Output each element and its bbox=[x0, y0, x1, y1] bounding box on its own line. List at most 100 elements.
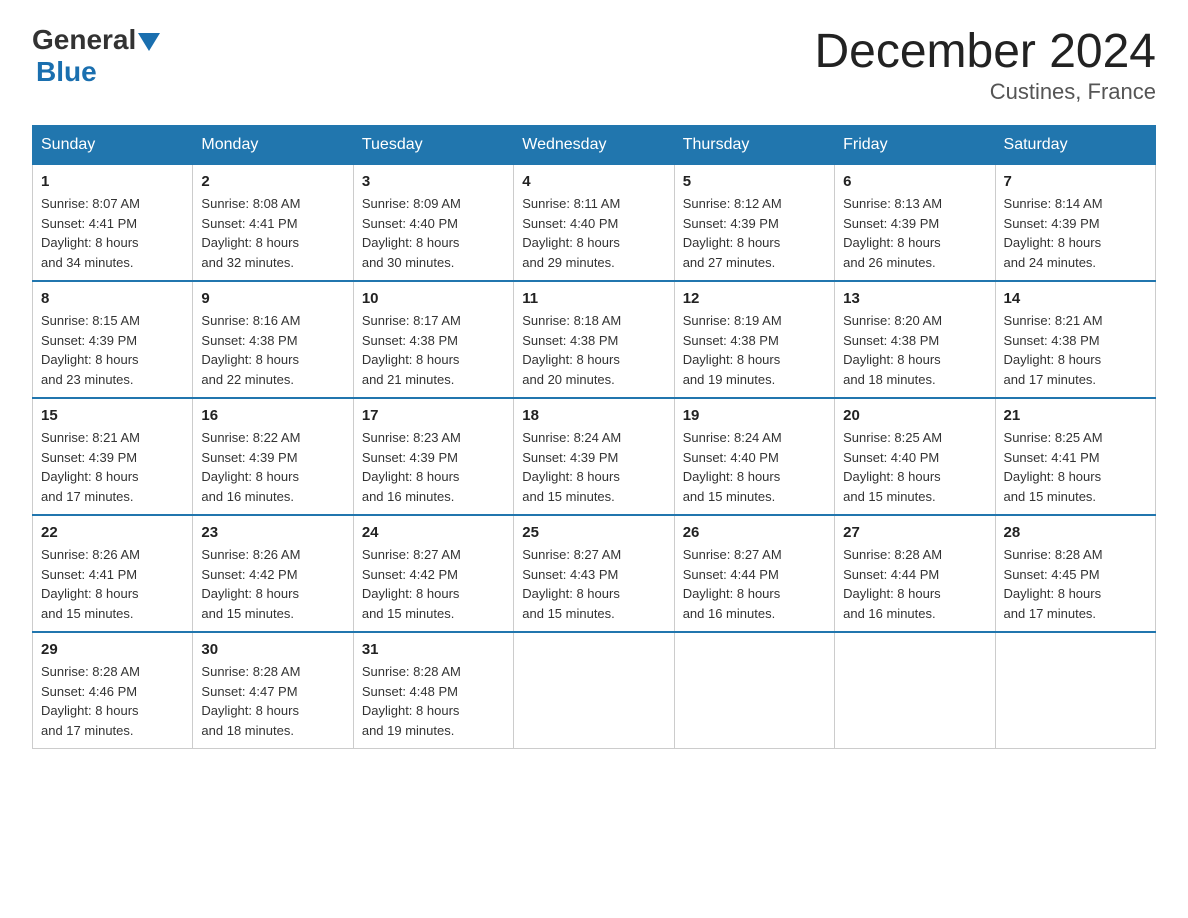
calendar-cell bbox=[674, 632, 834, 749]
day-number: 28 bbox=[1004, 524, 1147, 541]
day-info: Sunrise: 8:28 AM Sunset: 4:46 PM Dayligh… bbox=[41, 662, 184, 740]
day-info: Sunrise: 8:17 AM Sunset: 4:38 PM Dayligh… bbox=[362, 311, 505, 389]
day-number: 21 bbox=[1004, 407, 1147, 424]
calendar-cell: 18 Sunrise: 8:24 AM Sunset: 4:39 PM Dayli… bbox=[514, 398, 674, 515]
calendar-cell: 24 Sunrise: 8:27 AM Sunset: 4:42 PM Dayli… bbox=[353, 515, 513, 632]
logo-general-text: General bbox=[32, 24, 136, 56]
day-number: 10 bbox=[362, 290, 505, 307]
calendar-cell: 19 Sunrise: 8:24 AM Sunset: 4:40 PM Dayli… bbox=[674, 398, 834, 515]
day-number: 31 bbox=[362, 641, 505, 658]
day-number: 11 bbox=[522, 290, 665, 307]
calendar-cell: 25 Sunrise: 8:27 AM Sunset: 4:43 PM Dayli… bbox=[514, 515, 674, 632]
calendar-cell bbox=[835, 632, 995, 749]
calendar-cell: 8 Sunrise: 8:15 AM Sunset: 4:39 PM Daylig… bbox=[33, 281, 193, 398]
day-info: Sunrise: 8:11 AM Sunset: 4:40 PM Dayligh… bbox=[522, 194, 665, 272]
day-info: Sunrise: 8:24 AM Sunset: 4:39 PM Dayligh… bbox=[522, 428, 665, 506]
day-info: Sunrise: 8:16 AM Sunset: 4:38 PM Dayligh… bbox=[201, 311, 344, 389]
calendar-cell bbox=[995, 632, 1155, 749]
calendar-cell: 31 Sunrise: 8:28 AM Sunset: 4:48 PM Dayli… bbox=[353, 632, 513, 749]
calendar-cell: 26 Sunrise: 8:27 AM Sunset: 4:44 PM Dayli… bbox=[674, 515, 834, 632]
day-number: 19 bbox=[683, 407, 826, 424]
day-info: Sunrise: 8:27 AM Sunset: 4:44 PM Dayligh… bbox=[683, 545, 826, 623]
day-info: Sunrise: 8:24 AM Sunset: 4:40 PM Dayligh… bbox=[683, 428, 826, 506]
calendar-cell bbox=[514, 632, 674, 749]
day-info: Sunrise: 8:26 AM Sunset: 4:41 PM Dayligh… bbox=[41, 545, 184, 623]
calendar-cell: 21 Sunrise: 8:25 AM Sunset: 4:41 PM Dayli… bbox=[995, 398, 1155, 515]
day-number: 8 bbox=[41, 290, 184, 307]
day-number: 12 bbox=[683, 290, 826, 307]
day-info: Sunrise: 8:13 AM Sunset: 4:39 PM Dayligh… bbox=[843, 194, 986, 272]
day-info: Sunrise: 8:28 AM Sunset: 4:48 PM Dayligh… bbox=[362, 662, 505, 740]
day-info: Sunrise: 8:19 AM Sunset: 4:38 PM Dayligh… bbox=[683, 311, 826, 389]
day-info: Sunrise: 8:26 AM Sunset: 4:42 PM Dayligh… bbox=[201, 545, 344, 623]
calendar-cell: 15Sunrise: 8:21 AM Sunset: 4:39 PM Dayli… bbox=[33, 398, 193, 515]
day-number: 18 bbox=[522, 407, 665, 424]
day-number: 26 bbox=[683, 524, 826, 541]
page-header: General Blue December 2024 Custines, Fra… bbox=[32, 24, 1156, 105]
calendar-week-row: 1 Sunrise: 8:07 AM Sunset: 4:41 PM Daylig… bbox=[33, 165, 1156, 282]
page-subtitle: Custines, France bbox=[814, 79, 1156, 105]
day-number: 14 bbox=[1004, 290, 1147, 307]
calendar-header: SundayMondayTuesdayWednesdayThursdayFrid… bbox=[33, 126, 1156, 165]
day-info: Sunrise: 8:23 AM Sunset: 4:39 PM Dayligh… bbox=[362, 428, 505, 506]
calendar-cell: 3 Sunrise: 8:09 AM Sunset: 4:40 PM Daylig… bbox=[353, 165, 513, 282]
calendar-cell: 28 Sunrise: 8:28 AM Sunset: 4:45 PM Dayli… bbox=[995, 515, 1155, 632]
calendar-cell: 17Sunrise: 8:23 AM Sunset: 4:39 PM Dayli… bbox=[353, 398, 513, 515]
title-block: December 2024 Custines, France bbox=[814, 24, 1156, 105]
calendar-cell: 4Sunrise: 8:11 AM Sunset: 4:40 PM Daylig… bbox=[514, 165, 674, 282]
calendar-cell: 7 Sunrise: 8:14 AM Sunset: 4:39 PM Daylig… bbox=[995, 165, 1155, 282]
calendar-cell: 13Sunrise: 8:20 AM Sunset: 4:38 PM Dayli… bbox=[835, 281, 995, 398]
day-info: Sunrise: 8:28 AM Sunset: 4:47 PM Dayligh… bbox=[201, 662, 344, 740]
calendar-cell: 2Sunrise: 8:08 AM Sunset: 4:41 PM Daylig… bbox=[193, 165, 353, 282]
day-number: 16 bbox=[201, 407, 344, 424]
day-number: 20 bbox=[843, 407, 986, 424]
calendar-cell: 6 Sunrise: 8:13 AM Sunset: 4:39 PM Daylig… bbox=[835, 165, 995, 282]
day-info: Sunrise: 8:15 AM Sunset: 4:39 PM Dayligh… bbox=[41, 311, 184, 389]
calendar-cell: 12 Sunrise: 8:19 AM Sunset: 4:38 PM Dayli… bbox=[674, 281, 834, 398]
calendar-cell: 29 Sunrise: 8:28 AM Sunset: 4:46 PM Dayli… bbox=[33, 632, 193, 749]
day-info: Sunrise: 8:22 AM Sunset: 4:39 PM Dayligh… bbox=[201, 428, 344, 506]
calendar-cell: 22 Sunrise: 8:26 AM Sunset: 4:41 PM Dayli… bbox=[33, 515, 193, 632]
calendar-cell: 10 Sunrise: 8:17 AM Sunset: 4:38 PM Dayli… bbox=[353, 281, 513, 398]
day-number: 30 bbox=[201, 641, 344, 658]
day-number: 22 bbox=[41, 524, 184, 541]
calendar-cell: 9 Sunrise: 8:16 AM Sunset: 4:38 PM Daylig… bbox=[193, 281, 353, 398]
col-header-saturday: Saturday bbox=[995, 126, 1155, 165]
calendar-cell: 23Sunrise: 8:26 AM Sunset: 4:42 PM Dayli… bbox=[193, 515, 353, 632]
logo-blue-text: Blue bbox=[36, 56, 97, 88]
day-number: 29 bbox=[41, 641, 184, 658]
logo-triangle-icon bbox=[138, 33, 160, 51]
day-info: Sunrise: 8:14 AM Sunset: 4:39 PM Dayligh… bbox=[1004, 194, 1147, 272]
calendar-cell: 14Sunrise: 8:21 AM Sunset: 4:38 PM Dayli… bbox=[995, 281, 1155, 398]
col-header-wednesday: Wednesday bbox=[514, 126, 674, 165]
day-info: Sunrise: 8:18 AM Sunset: 4:38 PM Dayligh… bbox=[522, 311, 665, 389]
day-number: 25 bbox=[522, 524, 665, 541]
calendar-cell: 11 Sunrise: 8:18 AM Sunset: 4:38 PM Dayli… bbox=[514, 281, 674, 398]
header-row: SundayMondayTuesdayWednesdayThursdayFrid… bbox=[33, 126, 1156, 165]
day-number: 6 bbox=[843, 173, 986, 190]
day-info: Sunrise: 8:27 AM Sunset: 4:43 PM Dayligh… bbox=[522, 545, 665, 623]
day-number: 3 bbox=[362, 173, 505, 190]
day-info: Sunrise: 8:25 AM Sunset: 4:41 PM Dayligh… bbox=[1004, 428, 1147, 506]
calendar-week-row: 15Sunrise: 8:21 AM Sunset: 4:39 PM Dayli… bbox=[33, 398, 1156, 515]
day-info: Sunrise: 8:28 AM Sunset: 4:44 PM Dayligh… bbox=[843, 545, 986, 623]
day-number: 9 bbox=[201, 290, 344, 307]
day-number: 1 bbox=[41, 173, 184, 190]
calendar-body: 1 Sunrise: 8:07 AM Sunset: 4:41 PM Daylig… bbox=[33, 165, 1156, 749]
day-number: 24 bbox=[362, 524, 505, 541]
day-number: 7 bbox=[1004, 173, 1147, 190]
calendar-cell: 27 Sunrise: 8:28 AM Sunset: 4:44 PM Dayli… bbox=[835, 515, 995, 632]
day-info: Sunrise: 8:07 AM Sunset: 4:41 PM Dayligh… bbox=[41, 194, 184, 272]
calendar-cell: 5 Sunrise: 8:12 AM Sunset: 4:39 PM Daylig… bbox=[674, 165, 834, 282]
page-title: December 2024 bbox=[814, 24, 1156, 79]
col-header-tuesday: Tuesday bbox=[353, 126, 513, 165]
calendar-table: SundayMondayTuesdayWednesdayThursdayFrid… bbox=[32, 125, 1156, 749]
day-info: Sunrise: 8:09 AM Sunset: 4:40 PM Dayligh… bbox=[362, 194, 505, 272]
day-number: 27 bbox=[843, 524, 986, 541]
day-number: 5 bbox=[683, 173, 826, 190]
col-header-monday: Monday bbox=[193, 126, 353, 165]
day-number: 15 bbox=[41, 407, 184, 424]
day-info: Sunrise: 8:28 AM Sunset: 4:45 PM Dayligh… bbox=[1004, 545, 1147, 623]
day-info: Sunrise: 8:27 AM Sunset: 4:42 PM Dayligh… bbox=[362, 545, 505, 623]
day-info: Sunrise: 8:12 AM Sunset: 4:39 PM Dayligh… bbox=[683, 194, 826, 272]
